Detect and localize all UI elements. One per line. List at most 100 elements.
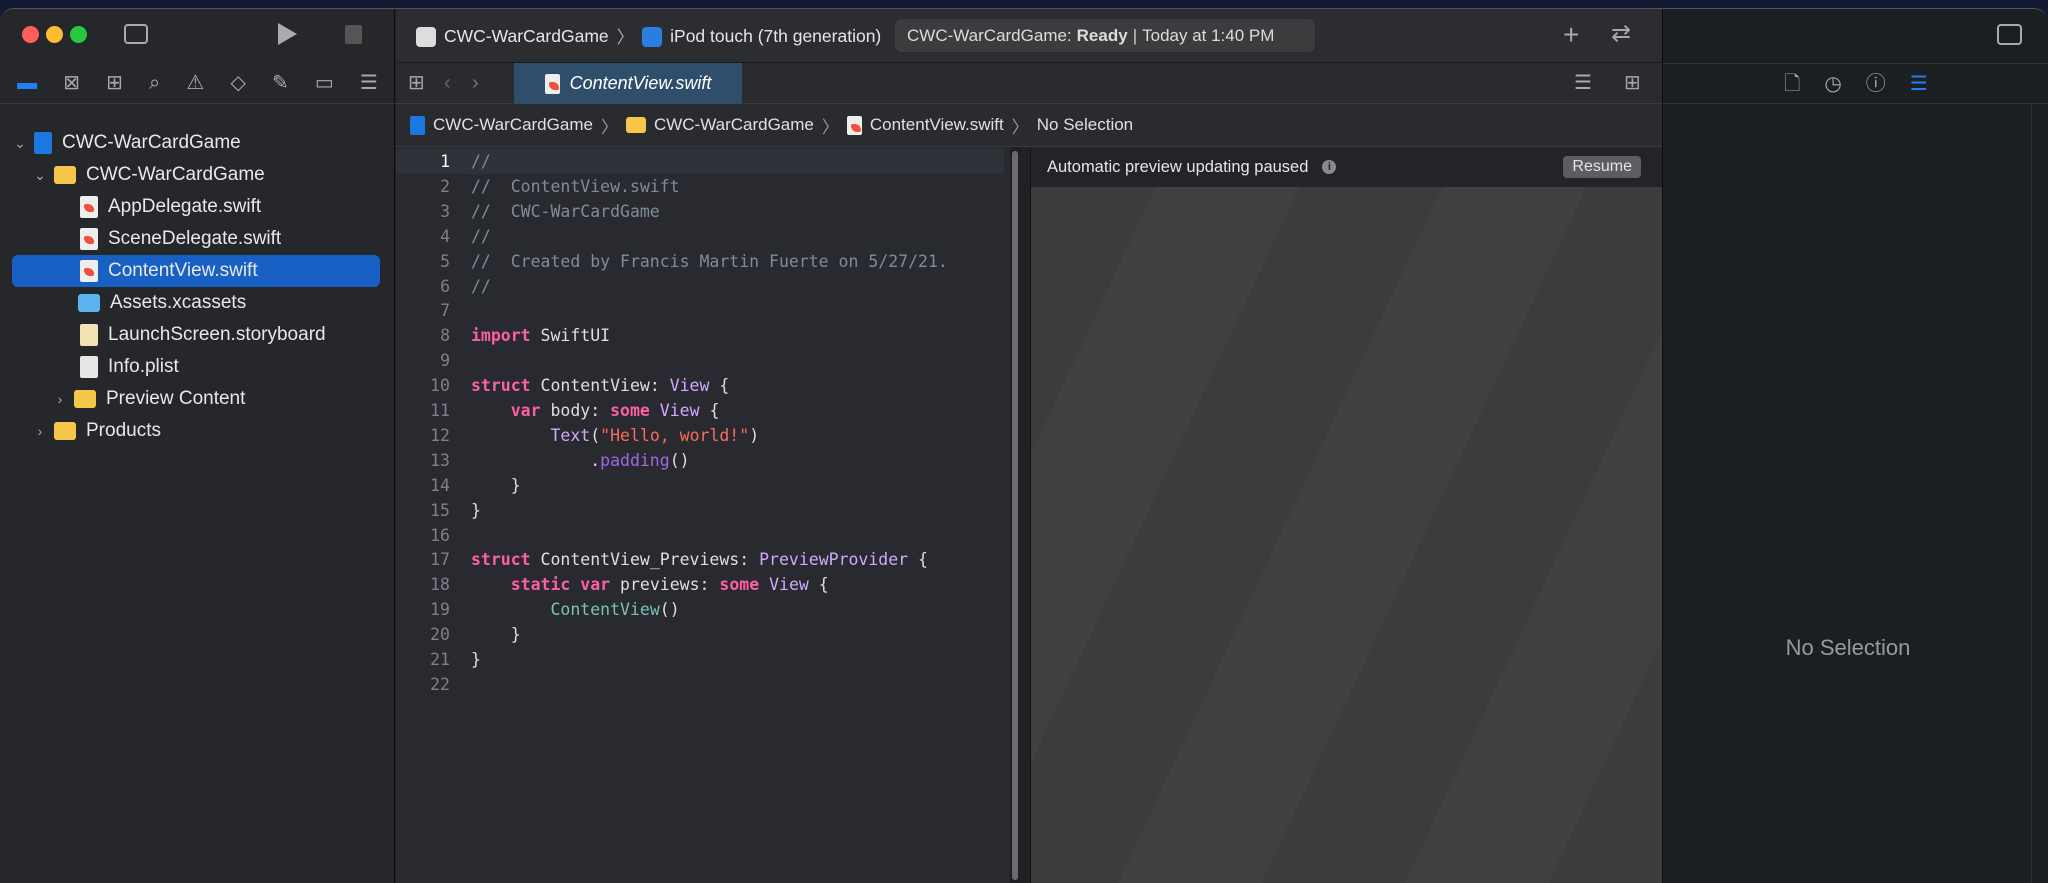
code-line[interactable]: import SwiftUI: [471, 323, 610, 348]
toggle-inspector-icon[interactable]: [1997, 24, 2022, 45]
code-line[interactable]: Text("Hello, world!"): [471, 423, 759, 448]
code-line[interactable]: ContentView(): [471, 597, 679, 622]
debug-navigator-icon[interactable]: ✎: [272, 73, 289, 93]
code-line[interactable]: // Created by Francis Martin Fuerte on 5…: [471, 249, 948, 274]
breakpoint-navigator-icon[interactable]: ▭: [315, 73, 334, 93]
tree-item-label: AppDelegate.swift: [108, 196, 262, 217]
tree-item-file[interactable]: LaunchScreen.storyboard: [12, 319, 380, 351]
scheme-app-icon: [416, 26, 436, 47]
code-line[interactable]: }: [471, 647, 481, 672]
disclosure-expanded-icon[interactable]: ⌄: [12, 135, 28, 152]
resume-button[interactable]: Resume: [1563, 156, 1641, 178]
tree-item-file[interactable]: AppDelegate.swift: [12, 191, 380, 223]
run-icon[interactable]: [278, 23, 297, 45]
report-navigator-icon[interactable]: ☰: [360, 73, 378, 93]
add-library-icon[interactable]: +: [1563, 21, 1579, 49]
find-navigator-icon[interactable]: ⌕: [149, 73, 160, 93]
line-number: 5: [440, 251, 450, 271]
minimize-window-button[interactable]: [46, 26, 63, 43]
chevron-right-icon: 〉: [1011, 117, 1029, 137]
code-line[interactable]: // CWC-WarCardGame: [471, 199, 660, 224]
destination-label[interactable]: iPod touch (7th generation): [670, 26, 881, 47]
line-number: 4: [440, 226, 450, 246]
editor-options-icon[interactable]: ☰: [1574, 73, 1592, 93]
toggle-navigator-icon[interactable]: [124, 24, 148, 44]
tree-item-group[interactable]: › Preview Content: [12, 383, 380, 415]
attributes-inspector-icon[interactable]: ☰: [1910, 74, 1928, 94]
line-number: 7: [440, 301, 450, 321]
line-number: 8: [440, 326, 450, 346]
info-icon[interactable]: i: [1322, 160, 1337, 174]
code-line[interactable]: }: [471, 498, 481, 523]
zoom-window-button[interactable]: [70, 26, 87, 43]
quick-help-icon[interactable]: ⓘ: [1866, 74, 1886, 94]
tree-item-file[interactable]: SceneDelegate.swift: [12, 223, 380, 255]
code-line[interactable]: }: [471, 622, 521, 647]
tab-label: ContentView.swift: [569, 73, 712, 93]
tree-item-group[interactable]: ⌄ CWC-WarCardGame: [12, 159, 380, 191]
symbol-navigator-icon[interactable]: ⊞: [106, 73, 123, 93]
code-line[interactable]: //: [471, 149, 491, 174]
tree-item-project[interactable]: ⌄ CWC-WarCardGame: [12, 127, 380, 159]
tab-contentview[interactable]: ContentView.swift: [514, 63, 742, 104]
line-number: 9: [440, 351, 450, 371]
breadcrumb-item[interactable]: No Selection: [1037, 115, 1133, 135]
preview-message: Automatic preview updating paused: [1047, 157, 1309, 176]
breadcrumb-item[interactable]: CWC-WarCardGame: [433, 115, 593, 135]
swift-file-icon: [80, 260, 98, 282]
breadcrumb-item[interactable]: ContentView.swift: [870, 115, 1004, 135]
code-line[interactable]: struct ContentView_Previews: PreviewProv…: [471, 547, 928, 572]
line-number: 11: [430, 401, 450, 420]
no-selection-label: No Selection: [1785, 635, 1911, 660]
issue-navigator-icon[interactable]: ⚠: [186, 73, 204, 93]
swift-file-icon: [80, 228, 98, 250]
code-line[interactable]: //: [471, 274, 491, 299]
source-control-navigator-icon[interactable]: ⊠: [63, 73, 80, 93]
back-icon[interactable]: ‹: [444, 73, 451, 93]
disclosure-expanded-icon[interactable]: ⌄: [32, 167, 48, 184]
code-line[interactable]: static var previews: some View {: [471, 572, 829, 597]
disclosure-collapsed-icon[interactable]: ›: [52, 391, 68, 407]
history-inspector-icon[interactable]: ◷: [1824, 74, 1841, 94]
file-inspector-icon[interactable]: 🗋: [1784, 74, 1800, 94]
tree-item-file[interactable]: Info.plist: [12, 351, 380, 383]
tree-item-label: LaunchScreen.storyboard: [108, 324, 326, 345]
code-review-icon[interactable]: ⇄: [1611, 22, 1631, 46]
preview-status-bar: Automatic preview updating paused i Resu…: [1031, 147, 1663, 187]
tree-item-label: Preview Content: [106, 388, 246, 409]
tree-item-file[interactable]: Assets.xcassets: [12, 287, 380, 319]
assets-icon: [78, 294, 100, 312]
tree-item-group[interactable]: › Products: [12, 415, 380, 447]
status-state: Ready: [1076, 25, 1128, 45]
forward-icon[interactable]: ›: [472, 73, 479, 93]
editor-tab-bar: ⊞ ‹ › ContentView.swift ☰ ⊞: [396, 63, 1662, 104]
disclosure-collapsed-icon[interactable]: ›: [32, 423, 48, 439]
tree-item-label: CWC-WarCardGame: [62, 132, 241, 153]
line-number: 13: [430, 450, 450, 470]
code-line[interactable]: var body: some View {: [471, 398, 720, 423]
line-number: 18: [430, 575, 450, 595]
stop-icon[interactable]: [345, 25, 362, 44]
tree-item-file-selected[interactable]: ContentView.swift: [12, 255, 380, 287]
breadcrumb-item[interactable]: CWC-WarCardGame: [654, 115, 814, 135]
editor-scrollbar[interactable]: [1012, 151, 1018, 880]
related-items-icon[interactable]: ⊞: [408, 73, 425, 93]
canvas-preview: Automatic preview updating paused i Resu…: [1030, 147, 1663, 883]
source-editor[interactable]: 1 // 2 // ContentView.swift 3 // CWC-WarCardG…: [396, 147, 1020, 883]
status-time: Today at 1:40 PM: [1142, 25, 1275, 45]
code-line[interactable]: }: [471, 473, 521, 498]
code-line[interactable]: // ContentView.swift: [471, 174, 680, 199]
tree-item-label: CWC-WarCardGame: [86, 164, 265, 185]
test-navigator-icon[interactable]: ◇: [230, 73, 245, 93]
code-line[interactable]: .padding(): [471, 448, 689, 473]
code-line[interactable]: //: [471, 224, 491, 249]
code-line[interactable]: struct ContentView: View {: [471, 373, 729, 398]
add-editor-icon[interactable]: ⊞: [1624, 73, 1641, 93]
tree-item-label: ContentView.swift: [108, 260, 258, 281]
tree-item-label: Assets.xcassets: [110, 292, 247, 313]
scheme-selector[interactable]: CWC-WarCardGame 〉 iPod touch (7th genera…: [416, 24, 881, 49]
project-navigator-icon[interactable]: ▬: [17, 73, 37, 93]
line-number: 16: [430, 525, 450, 545]
tree-item-label: SceneDelegate.swift: [108, 228, 282, 249]
close-window-button[interactable]: [22, 26, 39, 43]
